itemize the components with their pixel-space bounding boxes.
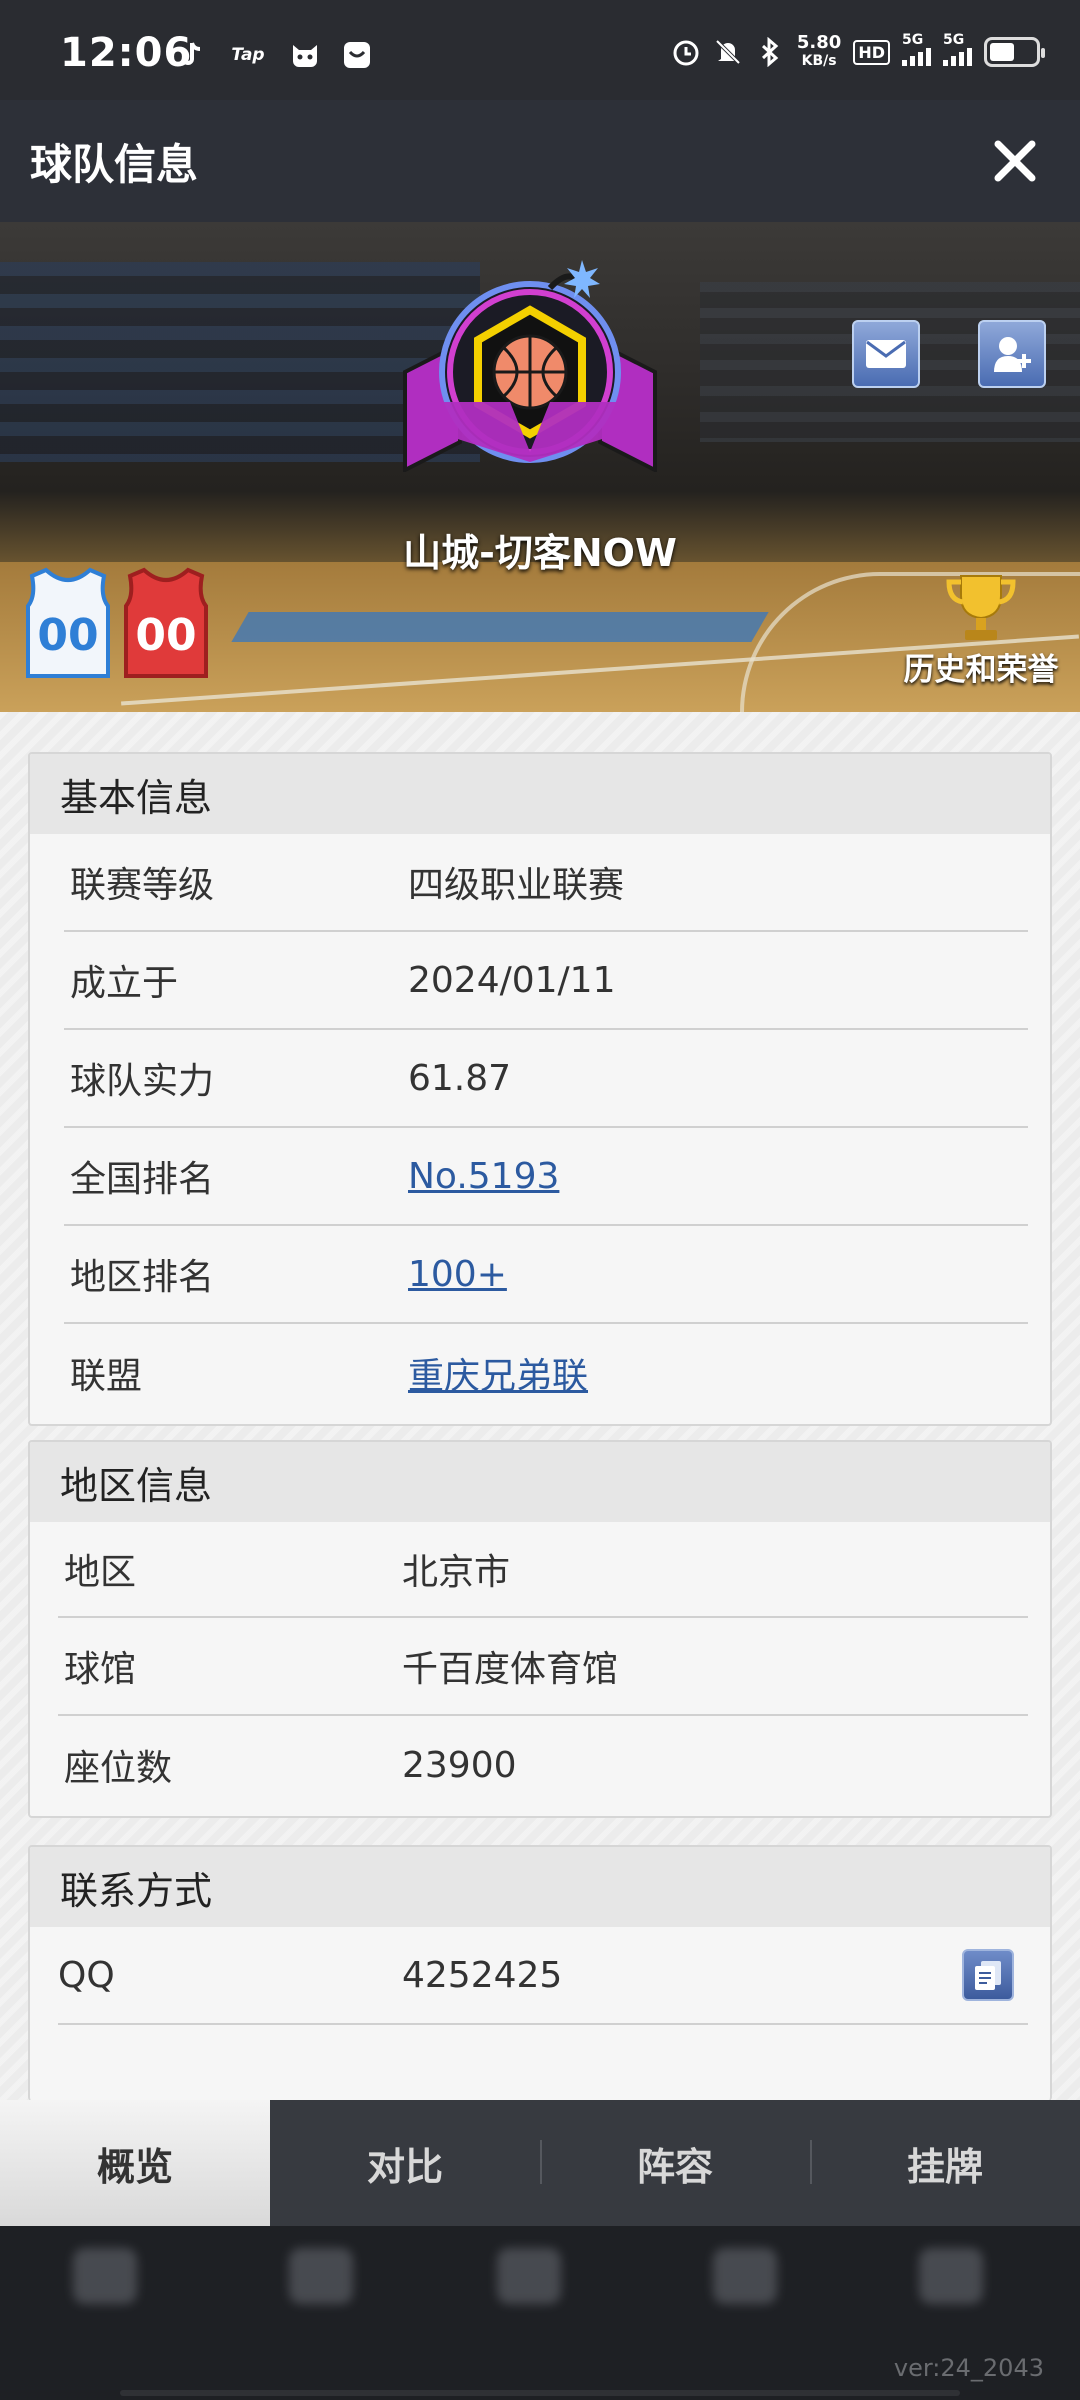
info-row-regional-rank: 地区排名 100+: [64, 1226, 1028, 1324]
regional-rank-link[interactable]: 100+: [408, 1254, 507, 1295]
close-button[interactable]: [988, 134, 1042, 188]
row-label: 地区: [64, 1552, 137, 1593]
blurred-nav-item: [474, 2248, 584, 2352]
info-row-team-strength: 球队实力 61.87: [64, 1030, 1028, 1128]
close-icon: [994, 140, 1036, 182]
contact-card: 联系方式 QQ 4252425: [28, 1845, 1052, 2101]
add-user-icon: [994, 337, 1031, 372]
version-label: ver:24_2043: [893, 2354, 1044, 2382]
tab-listing-label: 挂牌: [906, 2144, 983, 2189]
info-row-league-level: 联赛等级 四级职业联赛: [64, 834, 1028, 932]
row-value: 千百度体育馆: [402, 1649, 619, 1690]
alliance-link[interactable]: 重庆兄弟联: [408, 1356, 588, 1397]
notification-icons: Tap: [176, 40, 372, 70]
row-value: 四级职业联赛: [408, 865, 625, 906]
team-logo[interactable]: [400, 252, 660, 474]
gesture-bar: [120, 2390, 960, 2396]
sim2-signal-icon: 5G: [943, 32, 972, 66]
row-label: 地区排名: [70, 1257, 215, 1298]
system-indicators: 5.80 KB/s HD 5G 5G: [671, 32, 1045, 70]
tiktok-icon: [176, 40, 206, 70]
status-time: 12:06: [60, 30, 193, 76]
sim2-tag: 5G: [943, 32, 965, 48]
team-tab-bar: 概览 对比 阵容 挂牌: [0, 2100, 1080, 2226]
info-row-region: 地区 北京市: [58, 1522, 1028, 1618]
message-app-icon: [342, 40, 372, 70]
background-bottom-nav: ver:24_2043: [0, 2226, 1080, 2400]
info-row-alliance: 联盟 重庆兄弟联: [64, 1324, 1028, 1422]
sim1-signal-icon: 5G: [902, 32, 931, 66]
info-row-seats: 座位数 23900: [58, 1716, 1028, 1814]
taptap-icon: Tap: [231, 45, 265, 65]
row-value: 23900: [402, 1744, 517, 1786]
copy-icon: [975, 1961, 1001, 1990]
row-label: 全国排名: [70, 1159, 215, 1200]
row-value: 4252425: [402, 1954, 563, 1996]
basic-info-title: 基本信息: [30, 754, 1050, 834]
content-area: 基本信息 联赛等级 四级职业联赛 成立于 2024/01/11 球队实力 61.…: [0, 712, 1080, 2101]
page-title: 球队信息: [30, 139, 199, 189]
row-label: 联盟: [70, 1356, 143, 1397]
net-speed-unit: KB/s: [801, 53, 837, 69]
sim1-tag: 5G: [902, 32, 924, 48]
battery-icon: [984, 37, 1045, 67]
info-row-arena: 球馆 千百度体育馆: [58, 1618, 1028, 1716]
blurred-nav-item: [50, 2248, 160, 2352]
home-jersey[interactable]: 00: [24, 566, 112, 678]
envelope-icon: [866, 340, 906, 368]
row-label: QQ: [58, 1954, 115, 1996]
blurred-nav-item: [266, 2248, 376, 2352]
home-jersey-number: 00: [37, 610, 98, 661]
history-honors-button[interactable]: 历史和荣誉: [896, 572, 1066, 689]
blurred-nav-item: [690, 2248, 800, 2352]
tab-compare-label: 对比: [366, 2144, 443, 2189]
bluetooth-icon: [755, 37, 785, 67]
info-row-national-rank: 全国排名 No.5193: [64, 1128, 1028, 1226]
row-value: 61.87: [408, 1057, 512, 1099]
honors-label: 历史和荣誉: [903, 652, 1059, 688]
contact-title: 联系方式: [30, 1847, 1050, 1927]
away-jersey[interactable]: 00: [122, 566, 210, 678]
region-info-title: 地区信息: [30, 1442, 1050, 1522]
row-label: 成立于: [70, 963, 179, 1004]
mail-button[interactable]: [852, 320, 920, 388]
tab-overview[interactable]: 概览: [0, 2100, 270, 2226]
national-rank-link[interactable]: No.5193: [408, 1156, 559, 1197]
row-value: 2024/01/11: [408, 959, 616, 1001]
tab-roster-label: 阵容: [636, 2144, 713, 2189]
network-speed: 5.80 KB/s: [797, 34, 841, 70]
row-label: 座位数: [64, 1748, 173, 1789]
net-speed-value: 5.80: [796, 32, 842, 53]
tab-listing[interactable]: 挂牌: [810, 2100, 1080, 2226]
region-info-card: 地区信息 地区 北京市 球馆 千百度体育馆 座位数 23900: [28, 1440, 1052, 1818]
info-row-qq: QQ 4252425: [58, 1927, 1028, 2025]
away-jersey-number: 00: [135, 610, 196, 661]
add-friend-button[interactable]: [978, 320, 1046, 388]
row-label: 联赛等级: [70, 865, 215, 906]
app-root: 12:06 Tap 5.80 KB/s HD 5G 5G 球队信息 山城-切客N…: [0, 0, 1080, 2400]
info-row-founded: 成立于 2024/01/11: [64, 932, 1028, 1030]
team-hero-banner: 山城-切客NOW 00 00 历史和荣誉: [0, 222, 1080, 712]
hd-icon: HD: [853, 39, 890, 65]
tab-compare[interactable]: 对比: [270, 2100, 540, 2226]
row-label: 球队实力: [70, 1061, 215, 1102]
cat-app-icon: [290, 40, 320, 70]
basic-info-card: 基本信息 联赛等级 四级职业联赛 成立于 2024/01/11 球队实力 61.…: [28, 752, 1052, 1426]
court-blue-stripe: [231, 612, 769, 642]
tab-separator: [540, 2140, 542, 2184]
tab-roster[interactable]: 阵容: [540, 2100, 810, 2226]
alarm-icon: [671, 37, 701, 67]
blurred-nav-item: [896, 2248, 1006, 2352]
copy-qq-button[interactable]: [962, 1949, 1014, 2001]
status-bar: 12:06 Tap 5.80 KB/s HD 5G 5G: [0, 0, 1080, 100]
row-label: 球馆: [64, 1649, 137, 1690]
trophy-icon: [946, 575, 1016, 640]
row-value: 北京市: [402, 1552, 511, 1593]
mute-icon: [713, 37, 743, 67]
title-bar: 球队信息: [0, 100, 1080, 222]
tab-separator: [810, 2140, 812, 2184]
